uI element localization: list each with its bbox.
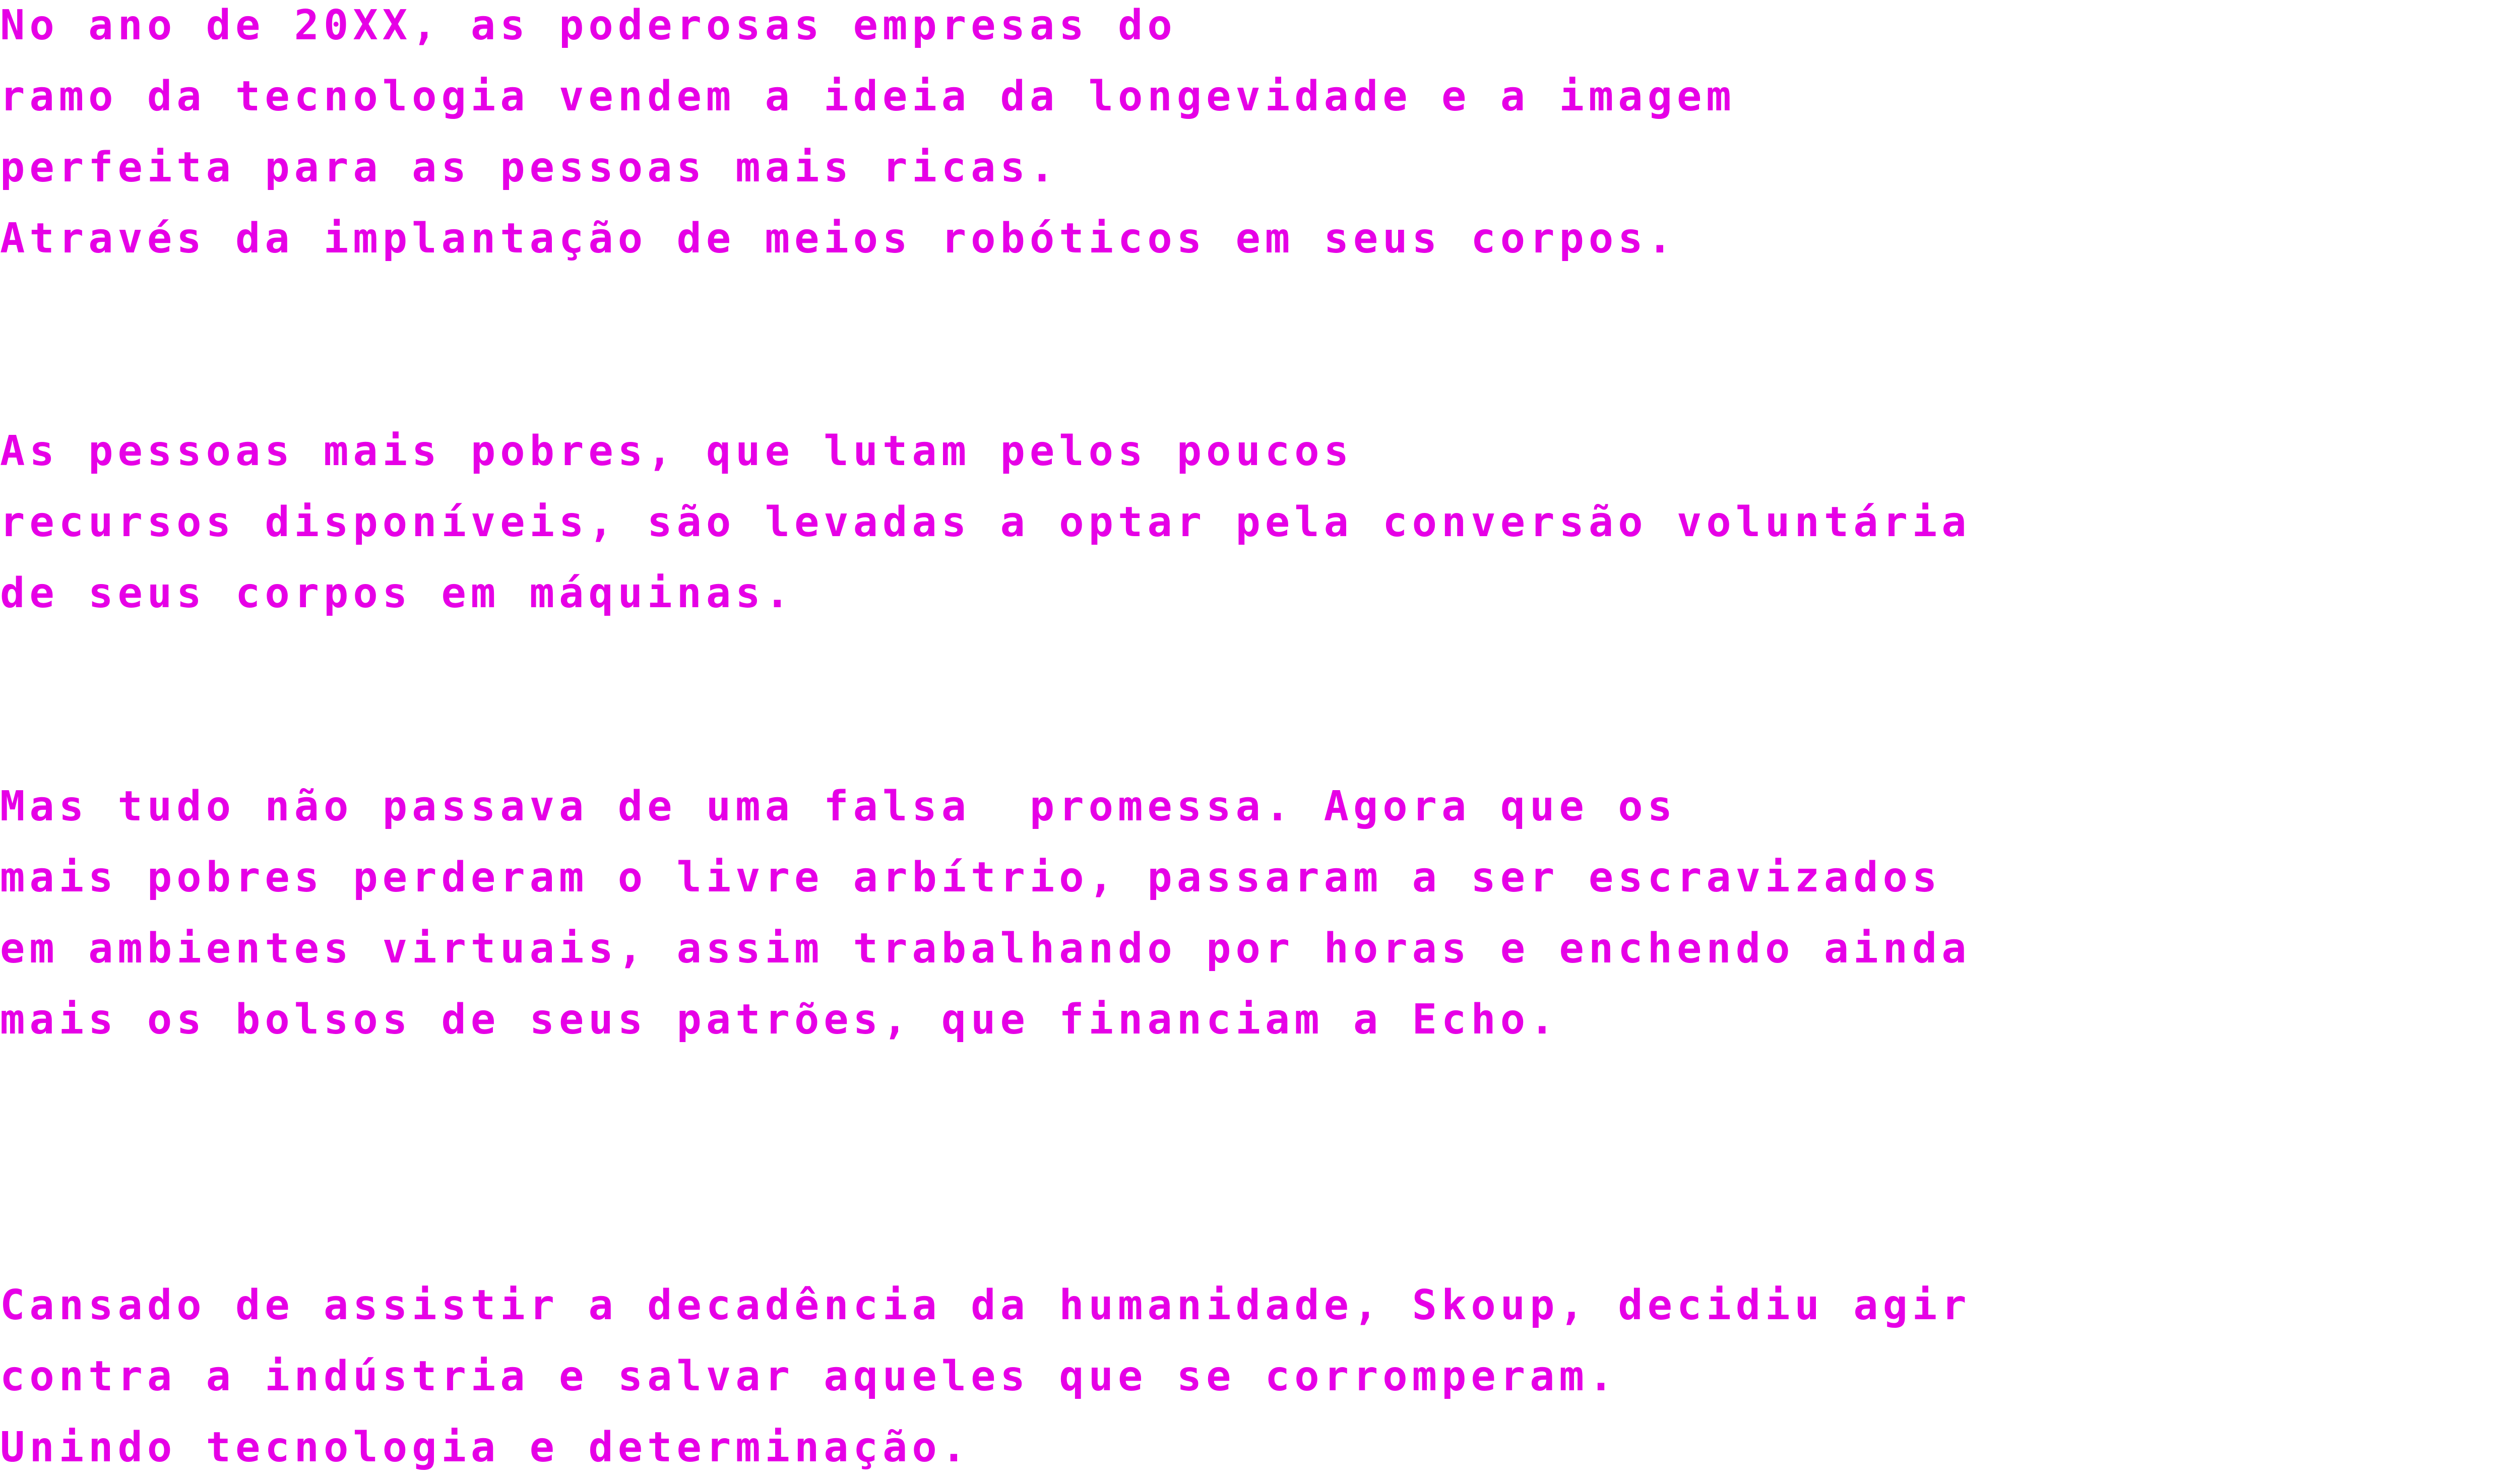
story-line: recursos disponíveis, são levadas a opta… <box>0 498 1971 546</box>
intro-story-text: No ano de 20XX, as poderosas empresas do… <box>0 0 2520 1481</box>
story-line: perfeita para as pessoas mais ricas. <box>0 144 1059 191</box>
story-line: Mas tudo não passava de uma falsa promes… <box>0 783 1677 830</box>
story-line: de seus corpos em máquinas. <box>0 569 794 617</box>
story-line: ramo da tecnologia vendem a ideia da lon… <box>0 73 1736 120</box>
story-line: No ano de 20XX, as poderosas empresas do <box>0 2 1177 49</box>
story-line: em ambientes virtuais, assim trabalhando… <box>0 925 1971 973</box>
story-line: Unindo tecnologia e determinação. <box>0 1424 971 1471</box>
story-paragraph-1: No ano de 20XX, as poderosas empresas do… <box>0 0 1736 274</box>
story-line: contra a indústria e salvar aqueles que … <box>0 1352 1618 1400</box>
story-line: As pessoas mais pobres, que lutam pelos … <box>0 427 1353 475</box>
story-line: mais pobres perderam o livre arbítrio, p… <box>0 854 1942 901</box>
story-paragraph-2: As pessoas mais pobres, que lutam pelos … <box>0 416 1971 629</box>
story-paragraph-4: Cansado de assistir a decadência da huma… <box>0 1270 1971 1483</box>
story-paragraph-3: Mas tudo não passava de uma falsa promes… <box>0 771 1971 1055</box>
story-line: Cansado de assistir a decadência da huma… <box>0 1281 1971 1329</box>
story-line: mais os bolsos de seus patrões, que fina… <box>0 996 1559 1044</box>
story-line: Através da implantação de meios robótico… <box>0 215 1677 263</box>
